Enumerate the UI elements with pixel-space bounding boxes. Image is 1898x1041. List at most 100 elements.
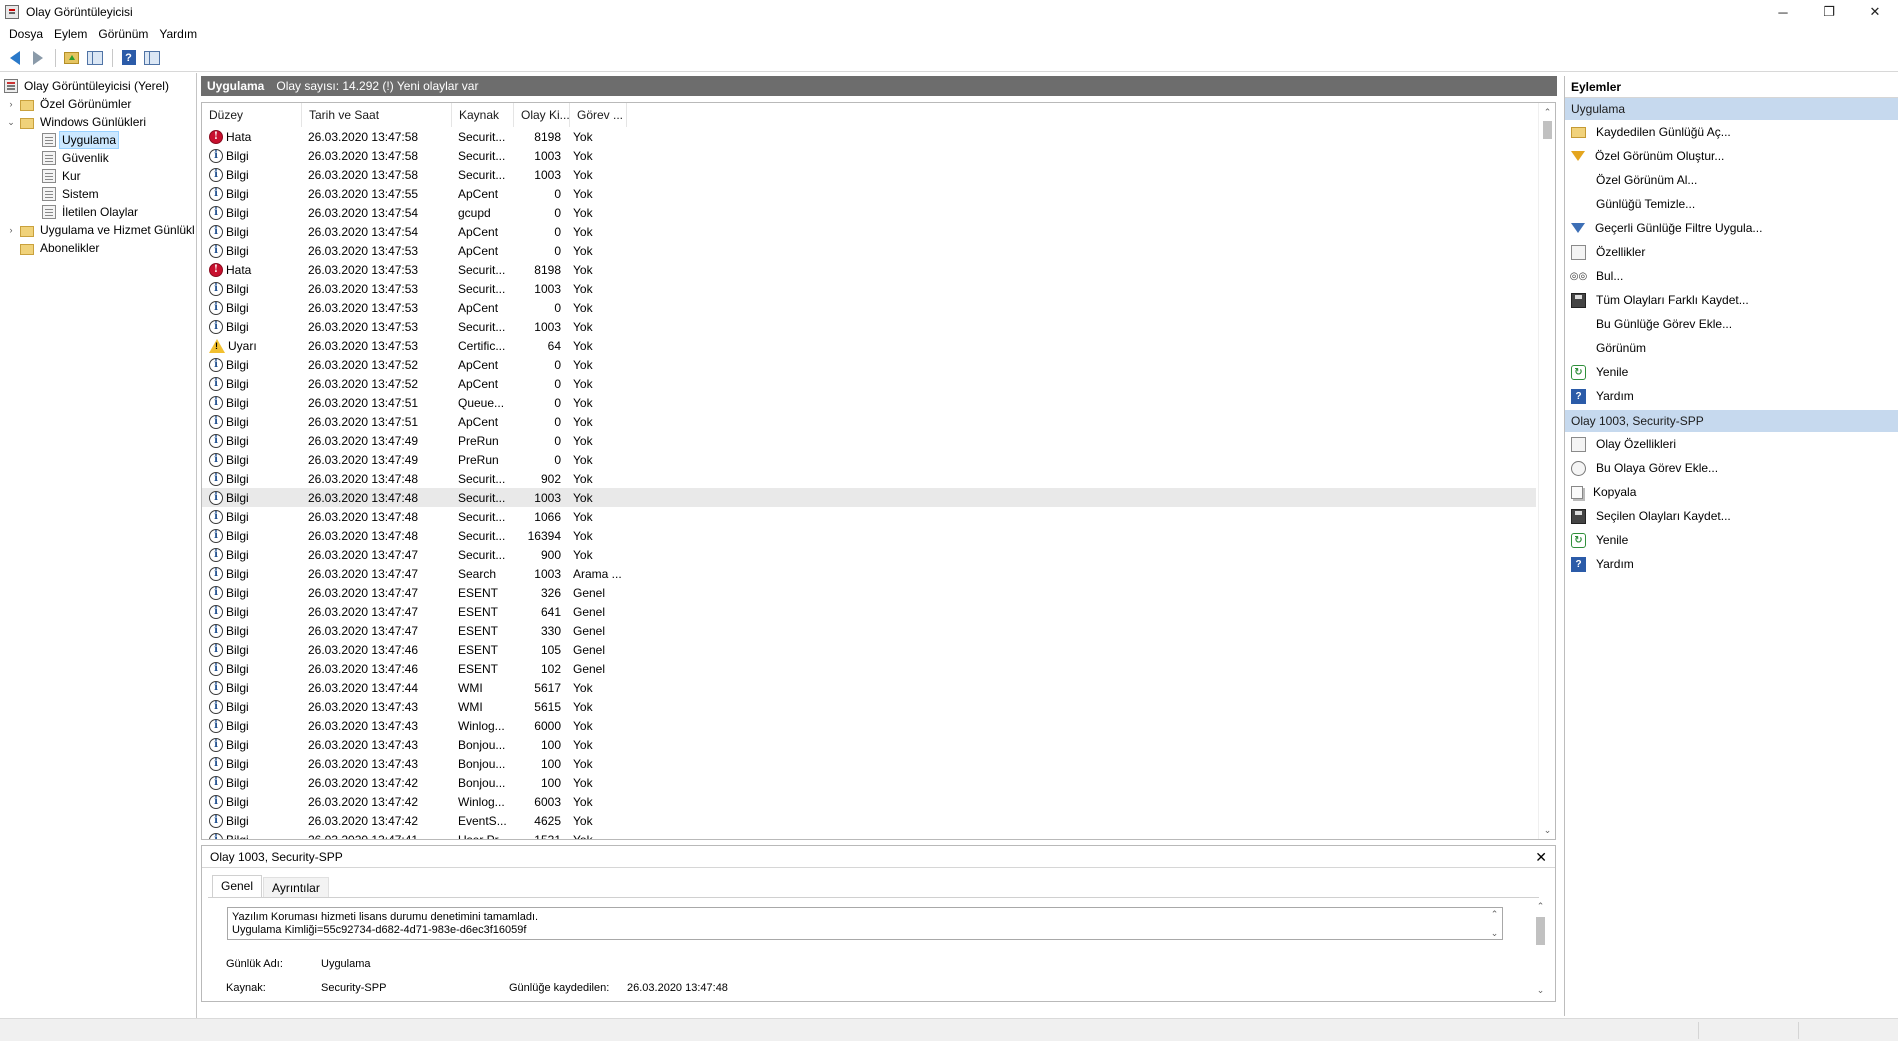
- event-row[interactable]: i Bilgi 26.03.2020 13:47:46 ESENT 105 Genel: [202, 640, 1536, 659]
- action-item[interactable]: ? Yardım: [1565, 552, 1898, 576]
- action-item[interactable]: Kaydedilen Günlüğü Aç...: [1565, 120, 1898, 144]
- event-row[interactable]: i Bilgi 26.03.2020 13:47:54 ApCent 0 Yok: [202, 222, 1536, 241]
- event-row[interactable]: i Bilgi 26.03.2020 13:47:43 Winlog... 6000 Yo…: [202, 716, 1536, 735]
- scrollbar-thumb[interactable]: [1536, 917, 1545, 945]
- event-row[interactable]: i Bilgi 26.03.2020 13:47:52 ApCent 0 Yok: [202, 355, 1536, 374]
- column-header-level[interactable]: Düzey: [202, 103, 302, 127]
- action-item[interactable]: Özellikler: [1565, 240, 1898, 264]
- scroll-down-icon[interactable]: ⌄: [1539, 823, 1555, 837]
- tree-item-security[interactable]: Güvenlik: [42, 149, 111, 167]
- menu-help[interactable]: Yardım: [155, 27, 204, 41]
- tree-item-root[interactable]: Olay Görüntüleyicisi (Yerel): [4, 77, 171, 95]
- event-row[interactable]: i Bilgi 26.03.2020 13:47:47 ESENT 330 Genel: [202, 621, 1536, 640]
- detail-vertical-scrollbar[interactable]: ⌃ ⌄: [1532, 897, 1549, 999]
- scroll-up-icon[interactable]: ⌃: [1487, 908, 1502, 920]
- action-item[interactable]: Olay Özellikleri: [1565, 432, 1898, 456]
- event-row[interactable]: i Bilgi 26.03.2020 13:47:44 WMI 5617 Yok: [202, 678, 1536, 697]
- column-header-date[interactable]: Tarih ve Saat: [302, 103, 452, 127]
- event-row[interactable]: i Bilgi 26.03.2020 13:47:48 Securit... 902 Yo…: [202, 469, 1536, 488]
- actions-section-application[interactable]: Uygulama: [1565, 98, 1898, 120]
- event-row[interactable]: i Bilgi 26.03.2020 13:47:47 Search 1003 Arama…: [202, 564, 1536, 583]
- action-item[interactable]: Bu Günlüğe Görev Ekle...: [1565, 312, 1898, 336]
- tree-item-subscriptions[interactable]: Abonelikler: [20, 239, 101, 257]
- action-item[interactable]: Seçilen Olayları Kaydet...: [1565, 504, 1898, 528]
- scroll-down-icon[interactable]: ⌄: [1487, 927, 1502, 939]
- collapse-icon[interactable]: ⌄: [6, 117, 16, 127]
- action-item[interactable]: Günlüğü Temizle...: [1565, 192, 1898, 216]
- menu-action[interactable]: Eylem: [50, 27, 94, 41]
- menu-view[interactable]: Görünüm: [94, 27, 155, 41]
- action-item[interactable]: ↻ Yenile: [1565, 360, 1898, 384]
- tree-item-custom-views[interactable]: › Özel Görünümler: [6, 95, 133, 113]
- action-item[interactable]: ↻ Yenile: [1565, 528, 1898, 552]
- column-header-task[interactable]: Görev ...: [570, 103, 627, 127]
- event-description[interactable]: Yazılım Koruması hizmeti lisans durumu d…: [227, 907, 1503, 940]
- scrollbar-thumb[interactable]: [1543, 121, 1552, 139]
- action-item[interactable]: ◎◎ Bul...: [1565, 264, 1898, 288]
- event-row[interactable]: i Bilgi 26.03.2020 13:47:58 Securit... 1003 Y…: [202, 146, 1536, 165]
- event-row[interactable]: i Bilgi 26.03.2020 13:47:58 Securit... 1003 Y…: [202, 165, 1536, 184]
- event-row[interactable]: ! Uyarı 26.03.2020 13:47:53 Certific... 64 Yo…: [202, 336, 1536, 355]
- show-hide-tree-button[interactable]: [84, 48, 105, 68]
- event-row[interactable]: i Bilgi 26.03.2020 13:47:48 Securit... 16394…: [202, 526, 1536, 545]
- event-row[interactable]: i Bilgi 26.03.2020 13:47:42 Winlog... 6003 Yo…: [202, 792, 1536, 811]
- event-row[interactable]: i Bilgi 26.03.2020 13:47:47 ESENT 326 Genel: [202, 583, 1536, 602]
- event-row[interactable]: i Bilgi 26.03.2020 13:47:53 Securit... 1003 Y…: [202, 279, 1536, 298]
- tree-item-app-services-logs[interactable]: › Uygulama ve Hizmet Günlükl: [6, 221, 197, 239]
- tree-item-windows-logs[interactable]: ⌄ Windows Günlükleri: [6, 113, 148, 131]
- event-row[interactable]: i Bilgi 26.03.2020 13:47:41 User Pr... 1531 Y…: [202, 830, 1536, 839]
- event-row[interactable]: i Bilgi 26.03.2020 13:47:53 ApCent 0 Yok: [202, 298, 1536, 317]
- event-row[interactable]: i Bilgi 26.03.2020 13:47:54 gcupd 0 Yok: [202, 203, 1536, 222]
- event-row[interactable]: i Bilgi 26.03.2020 13:47:51 ApCent 0 Yok: [202, 412, 1536, 431]
- column-header-source[interactable]: Kaynak: [452, 103, 514, 127]
- scroll-up-icon[interactable]: ⌃: [1532, 899, 1549, 913]
- event-row[interactable]: i Bilgi 26.03.2020 13:47:51 Queue... 0 Yok: [202, 393, 1536, 412]
- event-row[interactable]: ! Hata 26.03.2020 13:47:53 Securit... 8198 Yo…: [202, 260, 1536, 279]
- event-row[interactable]: i Bilgi 26.03.2020 13:47:42 EventS... 4625 Yo…: [202, 811, 1536, 830]
- event-row[interactable]: i Bilgi 26.03.2020 13:47:43 WMI 5615 Yok: [202, 697, 1536, 716]
- event-row[interactable]: i Bilgi 26.03.2020 13:47:49 PreRun 0 Yok: [202, 450, 1536, 469]
- event-row[interactable]: i Bilgi 26.03.2020 13:47:47 Securit... 900 Yo…: [202, 545, 1536, 564]
- action-item[interactable]: Görünüm: [1565, 336, 1898, 360]
- column-header-event-id[interactable]: Olay Ki...: [514, 103, 570, 127]
- expand-icon[interactable]: ›: [6, 225, 16, 235]
- event-row[interactable]: i Bilgi 26.03.2020 13:47:48 Securit... 1066 Y…: [202, 507, 1536, 526]
- event-row[interactable]: ! Hata 26.03.2020 13:47:58 Securit... 8198 Yo…: [202, 127, 1536, 146]
- tab-details[interactable]: Ayrıntılar: [263, 877, 329, 897]
- description-scrollbar[interactable]: ⌃ ⌄: [1487, 908, 1502, 939]
- tree-item-forwarded-events[interactable]: İletilen Olaylar: [42, 203, 140, 221]
- event-row[interactable]: i Bilgi 26.03.2020 13:47:53 ApCent 0 Yok: [202, 241, 1536, 260]
- scroll-down-icon[interactable]: ⌄: [1532, 983, 1549, 997]
- action-item[interactable]: ? Yardım: [1565, 384, 1898, 408]
- event-row[interactable]: i Bilgi 26.03.2020 13:47:43 Bonjou... 100 Yok: [202, 754, 1536, 773]
- event-list-vertical-scrollbar[interactable]: ⌃ ⌄: [1538, 103, 1555, 839]
- tree-item-system[interactable]: Sistem: [42, 185, 101, 203]
- event-row[interactable]: i Bilgi 26.03.2020 13:47:42 Bonjou... 100 Yok: [202, 773, 1536, 792]
- event-row[interactable]: i Bilgi 26.03.2020 13:47:47 ESENT 641 Genel: [202, 602, 1536, 621]
- expand-icon[interactable]: ›: [6, 99, 16, 109]
- forward-button[interactable]: [27, 48, 48, 68]
- back-button[interactable]: [4, 48, 25, 68]
- action-item[interactable]: Tüm Olayları Farklı Kaydet...: [1565, 288, 1898, 312]
- tab-general[interactable]: Genel: [212, 875, 263, 897]
- action-item[interactable]: Özel Görünüm Oluştur...: [1565, 144, 1898, 168]
- event-row[interactable]: i Bilgi 26.03.2020 13:47:53 Securit... 1003 Y…: [202, 317, 1536, 336]
- tree-item-setup[interactable]: Kur: [42, 167, 83, 185]
- tree-item-application[interactable]: Uygulama: [42, 131, 120, 149]
- menu-file[interactable]: Dosya: [5, 27, 50, 41]
- actions-section-event[interactable]: Olay 1003, Security-SPP: [1565, 410, 1898, 432]
- event-row[interactable]: i Bilgi 26.03.2020 13:47:49 PreRun 0 Yok: [202, 431, 1536, 450]
- event-row[interactable]: i Bilgi 26.03.2020 13:47:48 Securit... 1003 Y…: [202, 488, 1536, 507]
- event-row[interactable]: i Bilgi 26.03.2020 13:47:46 ESENT 102 Genel: [202, 659, 1536, 678]
- action-item[interactable]: Bu Olaya Görev Ekle...: [1565, 456, 1898, 480]
- close-button[interactable]: ✕: [1852, 0, 1898, 24]
- close-detail-icon[interactable]: ✕: [1535, 849, 1547, 866]
- scroll-up-icon[interactable]: ⌃: [1539, 105, 1555, 119]
- up-one-level-button[interactable]: [61, 48, 82, 68]
- show-hide-action-pane-button[interactable]: [141, 48, 162, 68]
- action-item[interactable]: Kopyala: [1565, 480, 1898, 504]
- help-button[interactable]: ?: [118, 48, 139, 68]
- action-item[interactable]: Özel Görünüm Al...: [1565, 168, 1898, 192]
- minimize-button[interactable]: ─: [1760, 0, 1806, 24]
- event-row[interactable]: i Bilgi 26.03.2020 13:47:43 Bonjou... 100 Yok: [202, 735, 1536, 754]
